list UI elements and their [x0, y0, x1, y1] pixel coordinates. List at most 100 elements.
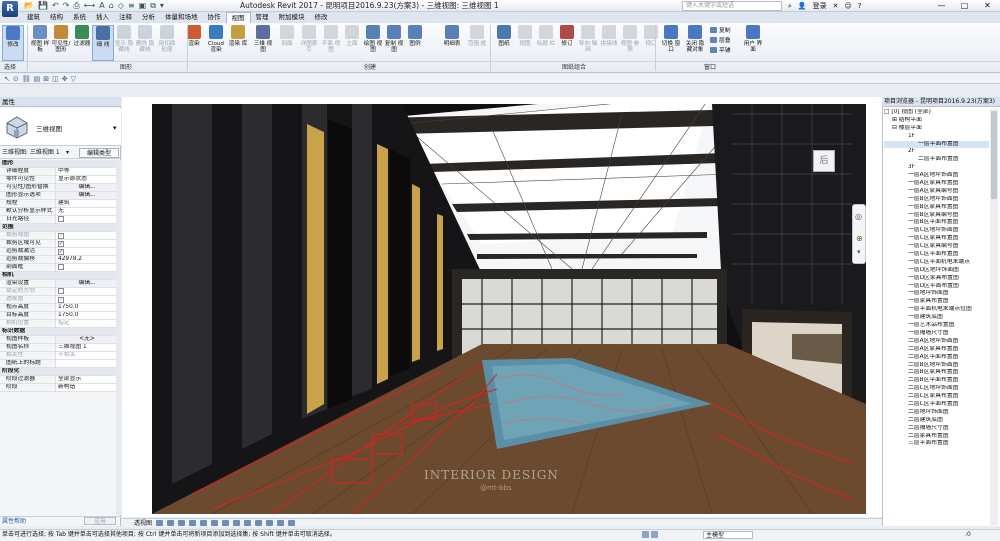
apply-button[interactable]: 应用 — [84, 517, 116, 525]
cascade-replicate-button[interactable]: 复制 — [710, 27, 731, 35]
elevation-button[interactable]: 立面 — [341, 25, 363, 61]
measure-icon[interactable]: ⟷ — [84, 1, 95, 11]
exchange-icon[interactable]: ✕ — [833, 1, 839, 11]
view-scale-label[interactable]: 透视图 — [134, 519, 152, 527]
qat-dropdown-icon[interactable]: ▾ — [160, 1, 164, 11]
zoom-icon[interactable]: ⊕ — [856, 234, 863, 243]
filters-button[interactable]: 过滤器 — [71, 25, 93, 61]
reveal-hidden-icon[interactable] — [255, 520, 263, 526]
application-menu-button[interactable]: R — [2, 1, 18, 17]
close-button[interactable]: ✕ — [976, 0, 999, 12]
3d-view-button[interactable]: 三维 视图 — [252, 25, 274, 61]
title-block-button[interactable]: 标题 栏 — [535, 25, 557, 61]
remove-hidden-lines-button[interactable]: 删除 隐藏线 — [134, 25, 156, 61]
print-icon[interactable]: ⎙ — [73, 1, 79, 11]
tab-3[interactable]: 插入 — [91, 12, 114, 23]
lock-icon[interactable] — [233, 520, 241, 526]
browser-tree-item[interactable]: □ [0] 视图 (全部) — [884, 109, 989, 117]
browser-tree-item[interactable]: 一层A区家具编号图 — [884, 188, 989, 196]
instance-dropdown-icon[interactable]: ▾ — [66, 147, 69, 159]
tab-11[interactable]: 修改 — [310, 12, 333, 23]
underlay-icon[interactable]: ▤ — [34, 74, 41, 83]
browser-tree-item[interactable]: 一层艺术品布置图 — [884, 322, 989, 330]
property-edit-button[interactable]: 编辑... — [56, 280, 116, 287]
property-checkbox[interactable]: ✓ — [58, 241, 64, 247]
detail-level-icon[interactable] — [156, 520, 164, 526]
browser-tree-item[interactable]: 一层C区家具编号图 — [884, 243, 989, 251]
cut-profile-button[interactable]: 剖切面 轮廓 — [156, 25, 178, 61]
browser-tree-item[interactable]: 二层B区家具布置图 — [884, 369, 989, 377]
switch-windows-button[interactable]: 切换 窗口 — [660, 25, 682, 61]
browser-tree-item[interactable]: 2F — [884, 148, 989, 156]
tab-8[interactable]: 视图 — [225, 12, 251, 23]
user-icon[interactable]: 👤 — [798, 1, 807, 11]
browser-tree-item[interactable]: 一层C区家具布置图 — [884, 235, 989, 243]
property-value[interactable]: 三维视图 1 — [56, 344, 116, 351]
callout-button[interactable]: 详图索引 — [298, 25, 320, 61]
view-template-button[interactable]: 视图 样板 — [29, 25, 51, 61]
property-value[interactable]: ✓ — [56, 240, 116, 247]
temporary-hide-icon[interactable] — [244, 520, 252, 526]
tab-2[interactable]: 系统 — [68, 12, 91, 23]
crop-icon[interactable] — [211, 520, 219, 526]
browser-scroll-thumb[interactable] — [991, 111, 997, 199]
browser-tree-item[interactable]: 二层地坪饰面图 — [884, 409, 989, 417]
face-select-icon[interactable]: ◫ — [52, 74, 59, 83]
tile-button[interactable]: 平铺 — [710, 47, 731, 55]
tab-0[interactable]: 建筑 — [22, 12, 45, 23]
property-group-label[interactable]: 范围 — [0, 224, 116, 231]
close-hidden-button[interactable]: 关闭 隐藏对象 — [684, 25, 706, 61]
property-checkbox[interactable] — [58, 216, 64, 222]
property-checkbox[interactable] — [58, 264, 64, 270]
section-button[interactable]: 剖面 — [276, 25, 298, 61]
browser-tree-item[interactable]: 二层A区家具布置图 — [884, 346, 989, 354]
show-crop-icon[interactable] — [222, 520, 230, 526]
selection-filter-count[interactable]: :0 — [965, 529, 971, 541]
property-value[interactable]: 显示原状态 — [56, 176, 116, 183]
property-group-label[interactable]: 图形 — [0, 160, 116, 167]
tab-1[interactable]: 结构 — [45, 12, 68, 23]
search-icon[interactable]: ⌕ — [788, 1, 792, 11]
schedules-button[interactable]: 明细表 — [441, 25, 463, 61]
view-reference-button[interactable]: 视图 参照 — [619, 25, 641, 61]
property-group-label[interactable]: 标识数据 — [0, 328, 116, 335]
legends-button[interactable]: 图例 — [404, 25, 426, 61]
browser-tree-item[interactable]: 二层C区平面布置图 — [884, 401, 989, 409]
nav-dropdown-icon[interactable]: ▾ — [857, 248, 861, 256]
rendered-3d-scene[interactable] — [152, 104, 866, 514]
panel-label-select[interactable]: 选择 — [4, 62, 16, 71]
edit-type-button[interactable]: 编辑类型 — [79, 148, 119, 158]
browser-tree-item[interactable]: 一层D区家具布置图 — [884, 275, 989, 283]
active-model-select[interactable]: 主模型 — [703, 531, 753, 539]
browser-tree-item[interactable]: 二层B区平面布置图 — [884, 377, 989, 385]
browser-tree-item[interactable]: 一层A区地坪饰面图 — [884, 172, 989, 180]
browser-tree-item[interactable]: 二层家具布置图 — [884, 433, 989, 441]
browser-tree-item[interactable]: 一层隔墙尺寸图 — [884, 330, 989, 338]
save-icon[interactable]: 💾 — [38, 1, 48, 11]
browser-tree-item[interactable]: 3F — [884, 164, 989, 172]
property-value[interactable] — [56, 264, 116, 271]
analytical-model-icon[interactable] — [266, 520, 274, 526]
highlight-displacement-icon[interactable] — [277, 520, 285, 526]
browser-tree-item[interactable]: 1F — [884, 133, 989, 141]
property-value[interactable]: ✓ — [56, 248, 116, 255]
3d-view-icon[interactable]: ⌂ — [109, 1, 114, 11]
browser-tree-item[interactable]: 二层C区家具布置图 — [884, 393, 989, 401]
property-group-label[interactable]: 阶段化 — [0, 368, 116, 375]
duplicate-view-button[interactable]: 复制 视图 — [383, 25, 405, 61]
property-value[interactable] — [56, 216, 116, 223]
browser-tree-item[interactable]: 一层A区家具布置图 — [884, 180, 989, 188]
tab-4[interactable]: 注释 — [114, 12, 137, 23]
tab-7[interactable]: 协作 — [203, 12, 226, 23]
shadows-icon[interactable] — [189, 520, 197, 526]
property-value[interactable]: 42978.2 — [56, 256, 116, 263]
browser-tree-item[interactable]: 二层A区地坪饰面图 — [884, 338, 989, 346]
thin-lines-button[interactable]: 细 线 — [92, 25, 114, 61]
redo-icon[interactable]: ↷ — [63, 1, 70, 11]
section-icon[interactable]: ◇ — [118, 1, 124, 11]
undo-icon[interactable]: ↶ — [52, 1, 59, 11]
browser-tree-item[interactable]: 一层C区平面布置图 — [884, 251, 989, 259]
browser-tree-item[interactable]: 一层D区地坪饰面图 — [884, 267, 989, 275]
steering-wheel-icon[interactable]: ◎ — [855, 212, 862, 221]
property-group-label[interactable]: 相机 — [0, 272, 116, 279]
